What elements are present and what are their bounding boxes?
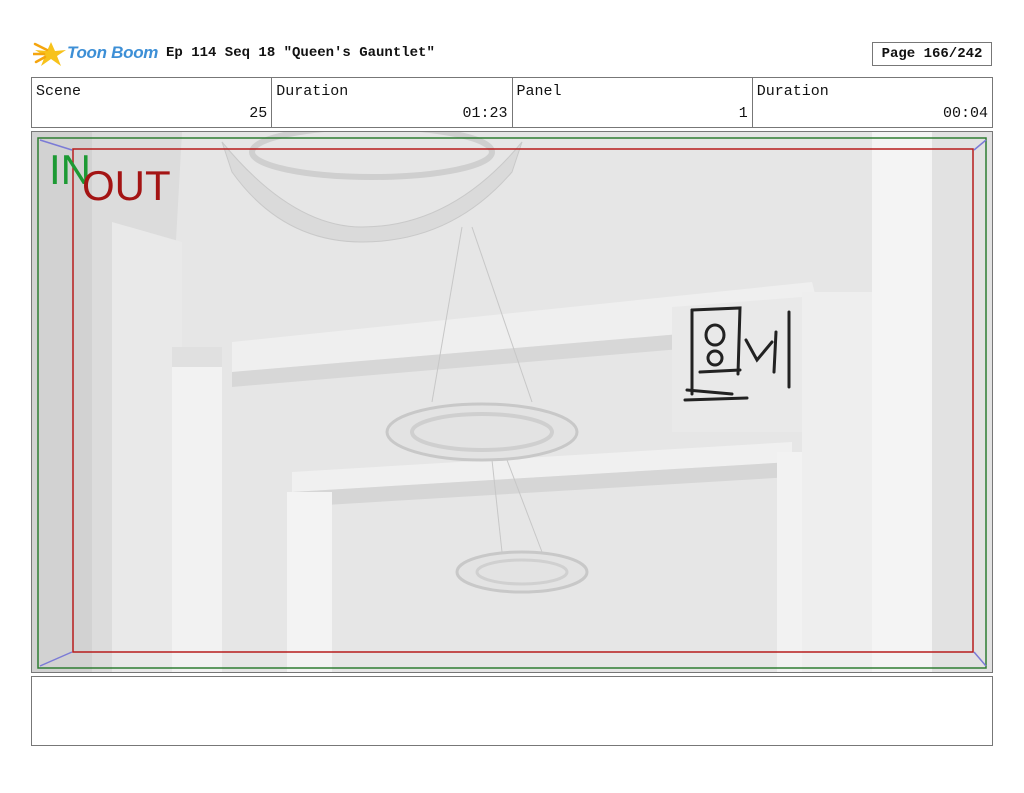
panel-duration-value: 00:04 [942,105,988,122]
scene-info-table: Scene 25 Duration 01:23 Panel 1 Duration… [31,77,993,128]
duration-value: 01:23 [462,105,508,122]
toon-boom-logo: Toon Boom [33,38,158,70]
scene-cell: Scene 25 [32,78,273,127]
panel-duration-label: Duration [756,83,829,100]
panel-label: Panel [516,83,562,100]
page-number: Page 166/242 [872,42,992,66]
panel-value: 1 [738,105,748,122]
panel-cell: Panel 1 [513,78,753,127]
panel-notes-box [31,676,993,746]
panel-duration-cell: Duration 00:04 [753,78,992,127]
out-marker: OUT [82,162,171,209]
duration-cell: Duration 01:23 [272,78,513,127]
page-title: Ep 114 Seq 18 "Queen's Gauntlet" [166,45,435,61]
scene-drawing [32,132,992,672]
logo-text: Toon Boom [67,43,159,62]
star-burst-icon [33,42,66,66]
scene-label: Scene [36,83,82,100]
storyboard-panel-image: IN OUT [31,131,993,673]
scene-value: 25 [249,105,268,122]
duration-label: Duration [276,83,349,100]
